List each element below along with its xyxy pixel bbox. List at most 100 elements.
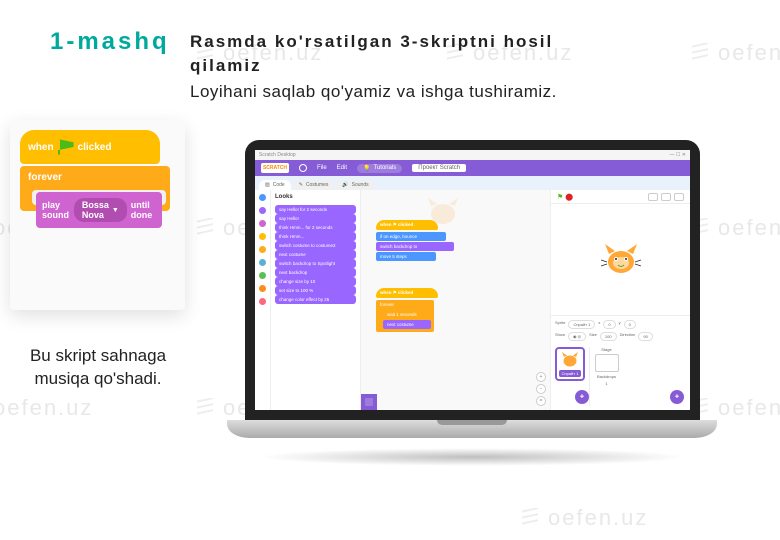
category-my-blocks[interactable] <box>259 298 266 305</box>
stage-column: ⚑ ⬤ <box>550 190 690 410</box>
size-input[interactable]: 100 <box>600 332 617 341</box>
sprite-name-input[interactable]: Спрайт 1 <box>568 320 595 329</box>
direction-input[interactable]: 90 <box>638 332 652 341</box>
watermark: oefen.uz <box>0 395 93 421</box>
editor-tabs: ▧ Code ✎ Costumes 🔊 Sounds <box>255 176 690 190</box>
stop-button[interactable]: ⬤ <box>565 194 573 201</box>
category-control[interactable] <box>259 246 266 253</box>
script-canvas[interactable]: when ⚑ clicked if on edge, bounce switch… <box>361 190 550 410</box>
canvas-block[interactable]: switch backdrop to <box>376 242 454 251</box>
tab-sounds[interactable]: 🔊 Sounds <box>336 180 374 190</box>
palette-block[interactable]: think Hmm... for 2 seconds <box>275 223 356 232</box>
add-sprite-button[interactable]: ✚ <box>575 390 589 404</box>
watermark: oefen.uz <box>520 505 648 531</box>
code-icon: ▧ <box>265 182 270 188</box>
fullscreen-button[interactable] <box>674 193 684 201</box>
language-icon[interactable] <box>299 164 307 172</box>
canvas-hat-block[interactable]: when ⚑ clicked <box>376 288 438 298</box>
watermark: oefen.uz <box>690 215 780 241</box>
y-input[interactable]: 0 <box>624 320 636 329</box>
stage-thumbnail[interactable] <box>595 354 619 372</box>
size-label: Size <box>589 332 597 341</box>
palette-block[interactable]: think Hmm... <box>275 232 356 241</box>
backdrops-label: Backdrops <box>597 374 616 379</box>
palette-block[interactable]: next costume <box>275 250 356 259</box>
canvas-block[interactable]: next costume <box>383 320 431 329</box>
sprite-thumbnail[interactable]: Спрайт 1 <box>555 347 585 381</box>
lightbulb-icon: 💡 <box>363 165 370 172</box>
stage-preview[interactable] <box>551 204 690 316</box>
palette-block[interactable]: say Hello! for 2 seconds <box>275 205 356 214</box>
green-flag-button[interactable]: ⚑ <box>557 194 563 201</box>
palette-block[interactable]: switch backdrop to Spotlight <box>275 259 356 268</box>
project-name-input[interactable]: Проект Scratch <box>412 164 466 172</box>
small-stage-button[interactable] <box>648 193 658 201</box>
hat-prefix: when <box>28 142 54 153</box>
slide-title: 1-mashq <box>50 28 170 56</box>
y-label: y <box>619 320 621 329</box>
scratch-logo[interactable]: SCRATCH <box>261 163 289 173</box>
forever-block: forever play sound Bossa Nova ▼ until do… <box>20 166 170 211</box>
canvas-block[interactable]: if on edge, bounce <box>376 232 446 241</box>
category-motion[interactable] <box>259 194 266 201</box>
forever-label: forever <box>28 172 62 183</box>
zoom-in-button[interactable]: + <box>536 372 546 382</box>
window-title: Scratch Desktop <box>259 152 296 158</box>
show-label: Show <box>555 332 565 341</box>
menu-file[interactable]: File <box>317 165 327 171</box>
laptop-screen: Scratch Desktop — ☐ ✕ SCRATCH File Edit … <box>245 140 700 420</box>
sound-icon: 🔊 <box>342 182 348 188</box>
sprite-info-row2: Show ◉ ◎ Size 100 Direction 90 <box>555 332 686 341</box>
palette-block[interactable]: switch costume to costume2 <box>275 241 356 250</box>
scratch-editor: Scratch Desktop — ☐ ✕ SCRATCH File Edit … <box>255 150 690 410</box>
sound-dropdown[interactable]: Bossa Nova ▼ <box>74 198 127 222</box>
green-flag-icon <box>58 139 74 155</box>
category-operators[interactable] <box>259 272 266 279</box>
laptop-base <box>227 420 717 438</box>
category-variables[interactable] <box>259 285 266 292</box>
canvas-hat-block[interactable]: when ⚑ clicked <box>376 220 438 230</box>
canvas-block[interactable]: wait 1 seconds <box>383 310 431 319</box>
canvas-block[interactable]: move 5 steps <box>376 252 436 261</box>
sprite-info: Sprite Спрайт 1 x 0 y 0 <box>555 320 686 329</box>
watermark: oefen.uz <box>690 395 780 421</box>
watermark: oefen.uz <box>690 40 780 66</box>
x-input[interactable]: 0 <box>603 320 615 329</box>
block-palette[interactable]: Looks say Hello! for 2 secondssay Hello!… <box>271 190 361 410</box>
palette-block[interactable]: change color effect by 25 <box>275 295 356 304</box>
stage-thumbnail-section: Stage Backdrops 1 <box>589 347 619 406</box>
palette-block[interactable]: next backdrop <box>275 268 356 277</box>
window-titlebar: Scratch Desktop — ☐ ✕ <box>255 150 690 160</box>
hat-block-when-flag-clicked: when clicked <box>20 130 160 164</box>
window-controls[interactable]: — ☐ ✕ <box>670 152 686 158</box>
play-sound-label: play sound <box>42 200 70 220</box>
menu-edit[interactable]: Edit <box>337 165 347 171</box>
editor-body: Looks say Hello! for 2 secondssay Hello!… <box>255 190 690 410</box>
backdrops-count: 1 <box>605 381 607 386</box>
zoom-controls: + − = <box>536 372 546 406</box>
palette-block[interactable]: change size by 10 <box>275 277 356 286</box>
direction-label: Direction <box>620 332 636 341</box>
tab-costumes[interactable]: ✎ Costumes <box>293 180 335 190</box>
zoom-out-button[interactable]: − <box>536 384 546 394</box>
add-backdrop-button[interactable]: ✚ <box>670 390 684 404</box>
cat-plus-icon: ✚ <box>580 394 584 400</box>
category-sound[interactable] <box>259 220 266 227</box>
palette-block[interactable]: say Hello! <box>275 214 356 223</box>
x-label: x <box>598 320 600 329</box>
show-toggle[interactable]: ◉ ◎ <box>568 332 586 341</box>
instruction-line-1: Rasmda ko'rsatilgan 3-skriptni hosil qil… <box>190 30 570 78</box>
picture-plus-icon: ✚ <box>675 394 679 400</box>
large-stage-button[interactable] <box>661 193 671 201</box>
category-looks[interactable] <box>259 207 266 214</box>
palette-block[interactable]: set size to 100 % <box>275 286 356 295</box>
category-events[interactable] <box>259 233 266 240</box>
play-sound-block: play sound Bossa Nova ▼ until done <box>36 192 162 228</box>
add-extension-button[interactable] <box>361 394 377 410</box>
laptop-shadow <box>258 448 688 466</box>
until-done-label: until done <box>131 200 156 220</box>
zoom-reset-button[interactable]: = <box>536 396 546 406</box>
category-sensing[interactable] <box>259 259 266 266</box>
tutorials-button[interactable]: 💡 Tutorials <box>357 164 402 173</box>
tab-code[interactable]: ▧ Code <box>259 180 291 190</box>
